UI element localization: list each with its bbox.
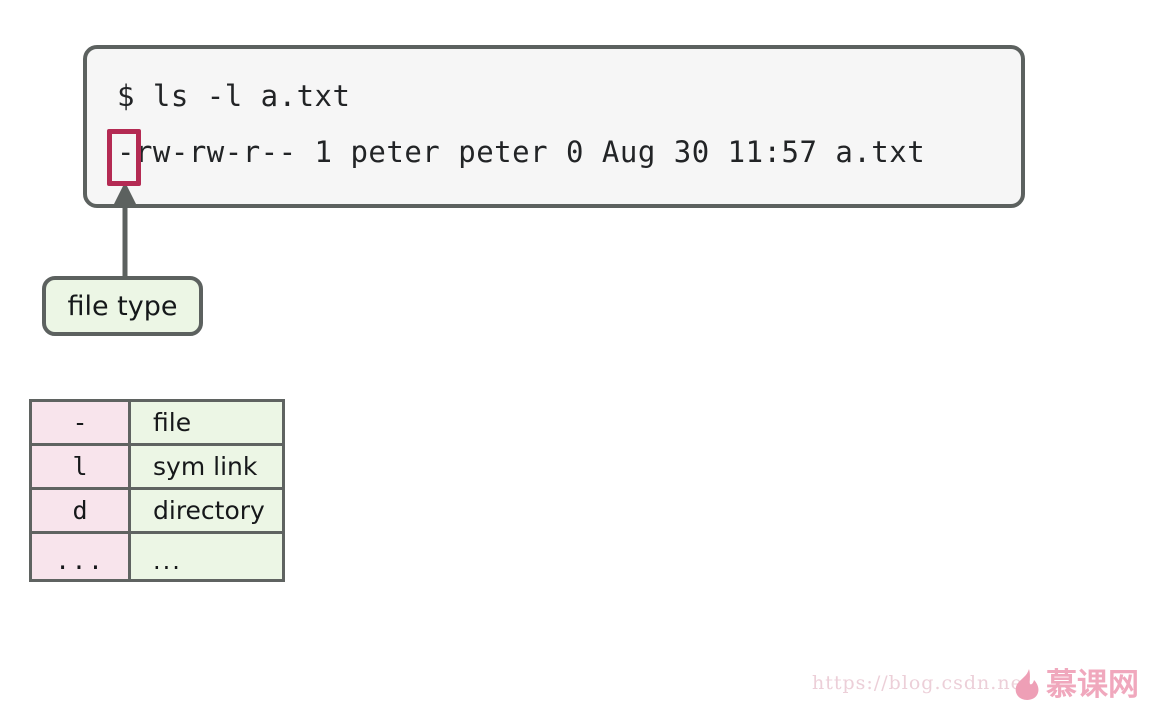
watermark-logo-text: 慕课网 bbox=[1046, 666, 1139, 703]
filetype-char-highlight-box bbox=[107, 129, 141, 186]
filetype-code-cell: ... bbox=[29, 531, 131, 582]
terminal-output-line: -rw-rw-r-- 1 peter peter 0 Aug 30 11:57 … bbox=[117, 135, 926, 169]
filetype-legend-table: - file l sym link d directory ... ... bbox=[29, 399, 285, 582]
callout-connector-arrow bbox=[114, 182, 136, 284]
table-row: d directory bbox=[29, 487, 285, 534]
terminal-command-line: $ ls -l a.txt bbox=[117, 79, 351, 113]
filetype-desc-cell: sym link bbox=[128, 443, 285, 490]
watermark-url-text: https://blog.csdn.net bbox=[812, 672, 1032, 694]
filetype-code-cell: d bbox=[29, 487, 131, 534]
filetype-callout-box: file type bbox=[42, 276, 203, 336]
table-row: - file bbox=[29, 399, 285, 446]
table-row: ... ... bbox=[29, 531, 285, 582]
watermark-logo: 慕课网 bbox=[1013, 668, 1139, 702]
filetype-desc-cell: ... bbox=[128, 531, 285, 582]
watermark: https://blog.csdn.net bbox=[812, 672, 1031, 694]
flame-icon bbox=[1015, 669, 1039, 700]
filetype-callout-label: file type bbox=[67, 290, 178, 322]
filetype-code-cell: l bbox=[29, 443, 131, 490]
table-row: l sym link bbox=[29, 443, 285, 490]
filetype-desc-cell: file bbox=[128, 399, 285, 446]
filetype-code-cell: - bbox=[29, 399, 131, 446]
terminal-panel: $ ls -l a.txt -rw-rw-r-- 1 peter peter 0… bbox=[83, 45, 1025, 208]
filetype-desc-cell: directory bbox=[128, 487, 285, 534]
